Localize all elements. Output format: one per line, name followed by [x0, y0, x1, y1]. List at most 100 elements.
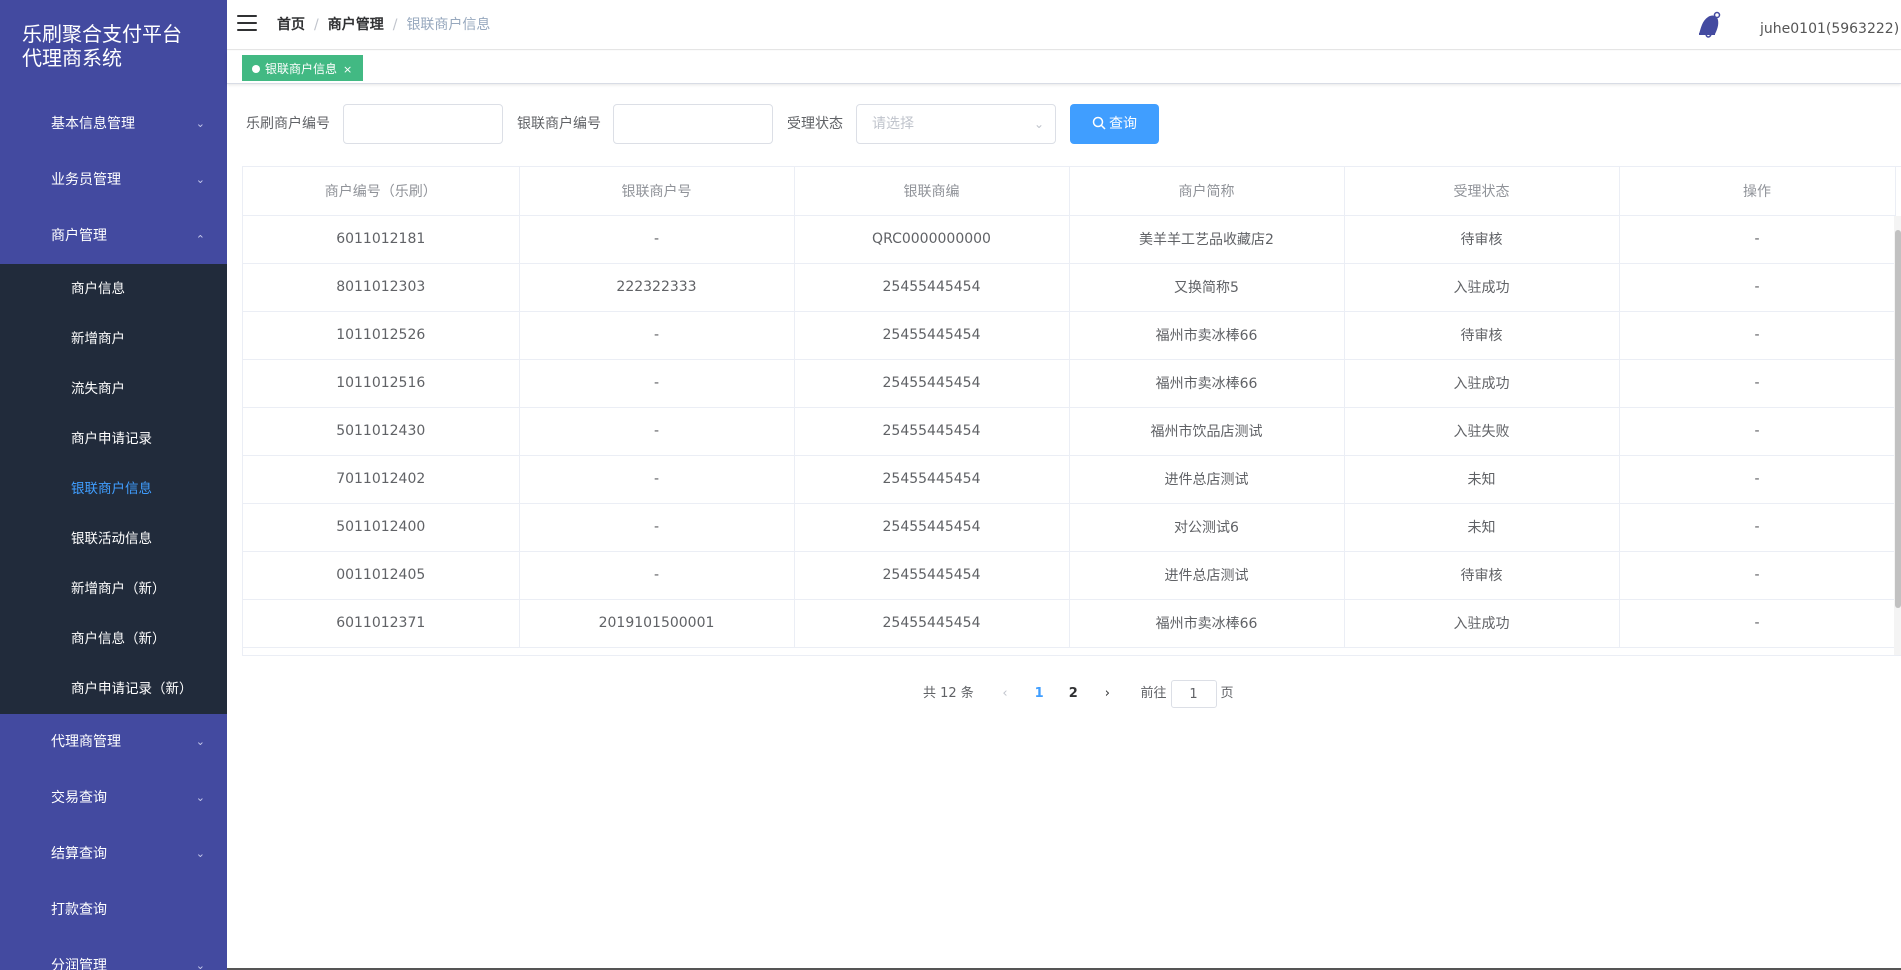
tags-view: 银联商户信息 × [227, 51, 1901, 84]
sidebar-item-salesman[interactable]: 业务员管理 ⌄ [0, 152, 227, 208]
table-cell: 25455445454 [794, 263, 1070, 312]
sidebar-item-label: 打款查询 [51, 902, 107, 918]
leshua-merchant-no-input[interactable] [343, 104, 503, 144]
table-cell: - [519, 215, 795, 264]
sidebar-item-settlement[interactable]: 结算查询 ⌄ [0, 826, 227, 882]
table-row: 5011012430 - 25455445454 福州市饮品店测试 入驻失败 - [243, 407, 1896, 456]
page-number-2[interactable]: 2 [1058, 680, 1088, 708]
table-cell: 6011012181 [243, 215, 520, 264]
table-row: 7011012402 - 25455445454 进件总店测试 未知 - [243, 455, 1896, 504]
table-cell: 待审核 [1344, 215, 1620, 264]
page-jumper: 前往 页 [1141, 680, 1234, 708]
chevron-left-icon[interactable]: ‹ [990, 680, 1020, 708]
table-cell: 入驻成功 [1344, 599, 1620, 648]
tag-active[interactable]: 银联商户信息 × [242, 55, 364, 81]
username: juhe0101(5963222) [1760, 21, 1900, 37]
breadcrumb: 首页 / 商户管理 / 银联商户信息 [277, 17, 491, 33]
unionpay-merchant-no-label: 银联商户编号 [517, 116, 601, 132]
table-cell: 福州市卖冰棒66 [1069, 359, 1345, 408]
page-number-1[interactable]: 1 [1024, 680, 1054, 708]
sidebar-item-agent[interactable]: 代理商管理 ⌄ [0, 714, 227, 770]
chevron-down-icon: ⌄ [195, 173, 205, 186]
table-cell: 7011012402 [243, 455, 520, 504]
chevron-down-icon: ⌄ [195, 791, 205, 804]
hamburger-icon[interactable] [237, 15, 257, 31]
pagination: 共 12 条 ‹ 1 2 › 前往 页 [923, 680, 1234, 708]
table-header-row: 商户编号（乐刷） 银联商户号 银联商编 商户简称 受理状态 操作 [243, 167, 1896, 216]
submenu-item-application-records[interactable]: 商户申请记录 [0, 414, 227, 464]
sidebar-item-profit-sharing[interactable]: 分润管理 ⌄ [0, 938, 227, 970]
table-cell: 福州市卖冰棒66 [1069, 311, 1345, 360]
merchant-submenu: 商户信息 新增商户 流失商户 商户申请记录 银联商户信息 银联活动信息 新增商户… [0, 264, 227, 714]
bell-icon[interactable] [1693, 11, 1723, 39]
table-cell: 入驻成功 [1344, 263, 1620, 312]
table-cell: - [1619, 551, 1896, 600]
chevron-down-icon: ⌄ [195, 117, 205, 130]
acceptance-status-select[interactable]: 请选择 ⌄ [856, 104, 1056, 144]
table-cell: 对公测试6 [1069, 503, 1345, 552]
query-button-label: 查询 [1109, 116, 1137, 132]
close-icon[interactable]: × [343, 63, 352, 76]
brand-title: 乐刷聚合支付平台 代理商系统 [0, 0, 227, 96]
sidebar-item-transaction[interactable]: 交易查询 ⌄ [0, 770, 227, 826]
chevron-down-icon: ⌄ [195, 847, 205, 860]
table-cell: 25455445454 [794, 551, 1070, 600]
search-icon [1092, 116, 1106, 130]
top-header: 首页/商户管理/银联商户信息 juhe0101(5963222)▼ [227, 0, 1901, 50]
chevron-right-icon[interactable]: › [1092, 680, 1122, 708]
submenu-item-lost-merchant[interactable]: 流失商户 [0, 364, 227, 414]
table-cell: 进件总店测试 [1069, 551, 1345, 600]
table-cell: - [1619, 311, 1896, 360]
breadcrumb-home[interactable]: 首页 [277, 17, 305, 33]
submenu-item-add-merchant[interactable]: 新增商户 [0, 314, 227, 364]
submenu-item-add-merchant-new[interactable]: 新增商户（新） [0, 564, 227, 614]
pagination-total: 共 12 条 [923, 686, 974, 701]
table-cell: 1011012516 [243, 359, 520, 408]
table-cell: 美羊羊工艺品收藏店2 [1069, 215, 1345, 264]
table-cell: - [519, 407, 795, 456]
table-cell: - [519, 503, 795, 552]
breadcrumb-merchant-management[interactable]: 商户管理 [328, 17, 384, 33]
table-row: 0011012405 - 25455445454 进件总店测试 待审核 - [243, 551, 1896, 600]
table-cell: 又换简称5 [1069, 263, 1345, 312]
submenu-item-unionpay-activity-info[interactable]: 银联活动信息 [0, 514, 227, 564]
table-row: 5011012400 - 25455445454 对公测试6 未知 - [243, 503, 1896, 552]
submenu-item-unionpay-merchant-info[interactable]: 银联商户信息 [0, 464, 227, 514]
table-row: 6011012181 - QRC0000000000 美羊羊工艺品收藏店2 待审… [243, 215, 1896, 264]
submenu-item-merchant-info[interactable]: 商户信息 [0, 264, 227, 314]
table-cell: - [1619, 407, 1896, 456]
unionpay-merchant-no-input[interactable] [613, 104, 773, 144]
acceptance-status-label: 受理状态 [787, 116, 843, 132]
brand-line-1: 乐刷聚合支付平台 [22, 22, 182, 46]
sidebar-item-basic-info[interactable]: 基本信息管理 ⌄ [0, 96, 227, 152]
table-cell: 25455445454 [794, 407, 1070, 456]
brand-line-2: 代理商系统 [22, 46, 122, 70]
table-cell: 入驻成功 [1344, 359, 1620, 408]
table-cell: 5011012430 [243, 407, 520, 456]
table-cell: 25455445454 [794, 455, 1070, 504]
table-cell: 222322333 [519, 263, 795, 312]
table-cell: 1011012526 [243, 311, 520, 360]
table-cell: 待审核 [1344, 551, 1620, 600]
chevron-up-icon: ⌃ [195, 233, 205, 246]
table-cell: 25455445454 [794, 599, 1070, 648]
sidebar-item-merchant[interactable]: 商户管理 ⌃ [0, 208, 227, 264]
sidebar-item-label: 商户管理 [51, 228, 107, 244]
col-header-unionpay-merchant-no: 银联商户号 [519, 167, 795, 216]
sidebar-item-payment[interactable]: 打款查询 [0, 882, 227, 938]
query-button[interactable]: 查询 [1070, 104, 1159, 144]
sidebar-item-label: 分润管理 [51, 958, 107, 970]
table-cell: 0011012405 [243, 551, 520, 600]
col-header-status: 受理状态 [1344, 167, 1620, 216]
submenu-item-application-records-new[interactable]: 商户申请记录（新） [0, 664, 227, 714]
table-cell: 未知 [1344, 455, 1620, 504]
table-cell: 福州市卖冰棒66 [1069, 599, 1345, 648]
table-cell: - [519, 311, 795, 360]
dot-icon [252, 65, 260, 73]
table-scrollbar-thumb[interactable] [1895, 230, 1901, 608]
table-cell: 入驻失败 [1344, 407, 1620, 456]
goto-page-input[interactable] [1170, 680, 1217, 708]
submenu-item-merchant-info-new[interactable]: 商户信息（新） [0, 614, 227, 664]
sidebar-item-label: 结算查询 [51, 846, 107, 862]
table-cell: - [1619, 215, 1896, 264]
